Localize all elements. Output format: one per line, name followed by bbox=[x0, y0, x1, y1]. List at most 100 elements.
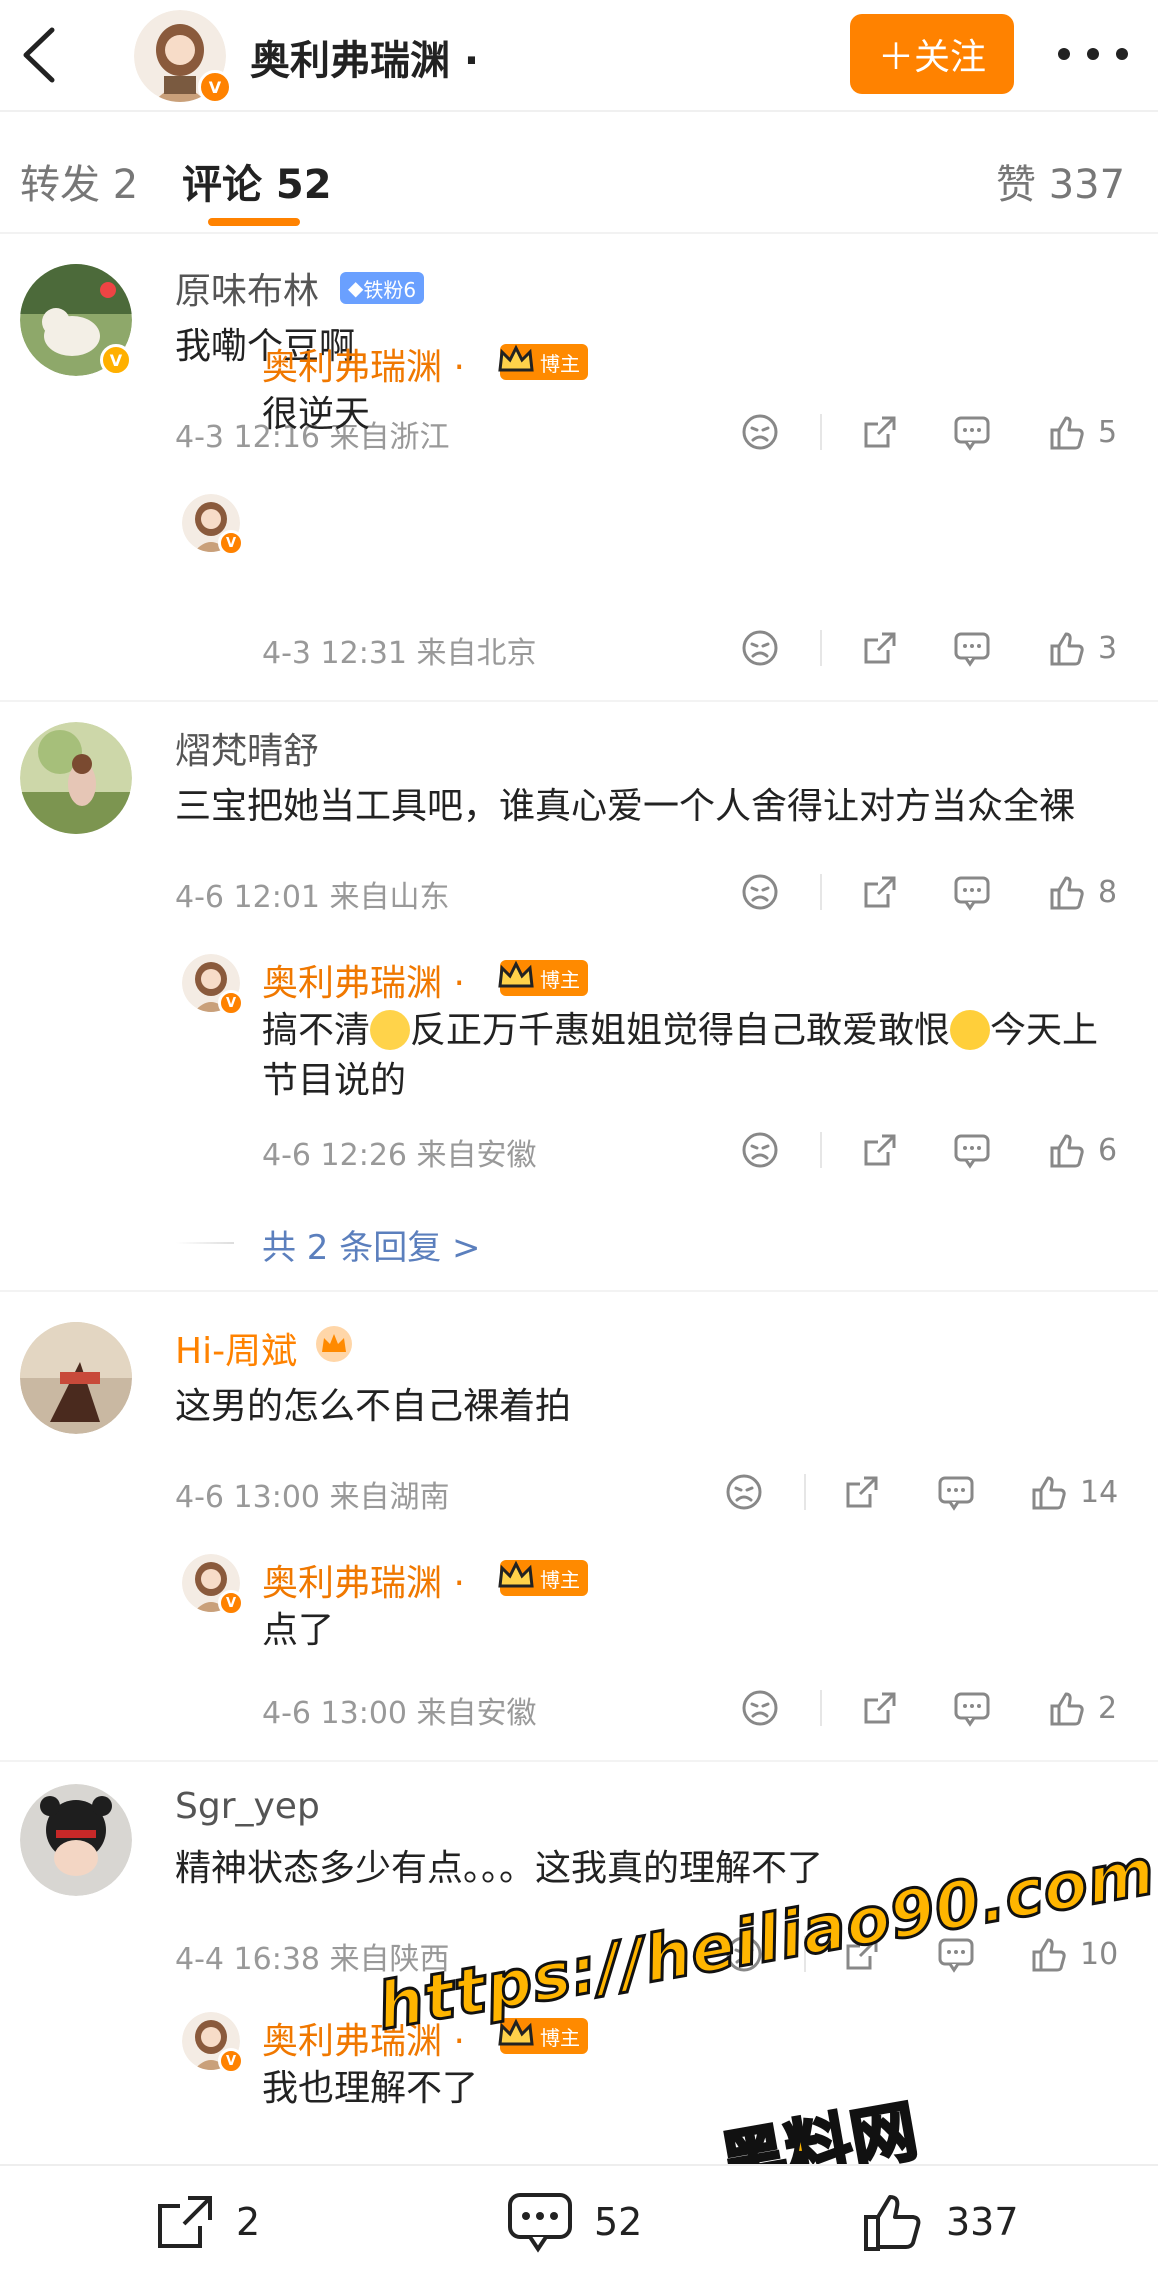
fan-badge: ◆ 铁粉6 bbox=[340, 272, 425, 304]
like-count: 6 bbox=[1098, 1132, 1118, 1168]
reply-button[interactable] bbox=[952, 870, 992, 914]
dislike-button[interactable] bbox=[740, 410, 780, 454]
comment-button[interactable]: 52 bbox=[506, 2192, 642, 2253]
action-divider bbox=[820, 874, 822, 910]
comment-meta: 4-6 12:01 来自山东 bbox=[175, 880, 450, 915]
blogger-badge-label: 博主 bbox=[540, 351, 580, 376]
reply-button[interactable] bbox=[952, 410, 992, 454]
avatar[interactable] bbox=[20, 722, 132, 838]
verified-icon: V bbox=[218, 530, 244, 556]
comment-item: Hi-周斌 这男的怎么不自己裸着拍 4-6 13:00 来自湖南 14 V 奥利… bbox=[0, 1300, 1158, 1760]
share-button[interactable] bbox=[842, 1470, 882, 1514]
like-icon bbox=[1046, 1130, 1086, 1170]
reply-username[interactable]: 奥利弗瑞渊 · bbox=[262, 1554, 465, 1606]
share-button[interactable] bbox=[860, 1686, 900, 1730]
like-count: 337 bbox=[946, 2200, 1019, 2244]
repost-button[interactable]: 2 bbox=[152, 2192, 260, 2252]
like-button[interactable]: 5 bbox=[1046, 410, 1117, 454]
more-icon[interactable] bbox=[1058, 32, 1128, 76]
reply-username[interactable]: 奥利弗瑞渊 · bbox=[262, 954, 465, 1006]
comment-icon bbox=[952, 1688, 992, 1728]
comment-text: 精神状态多少有点。。。这我真的理解不了 bbox=[175, 1848, 824, 1889]
dislike-button[interactable] bbox=[724, 1470, 764, 1514]
share-icon bbox=[860, 1130, 900, 1170]
like-count: 10 bbox=[1080, 1936, 1119, 1972]
fan-badge-label: 铁粉6 bbox=[363, 277, 417, 302]
reply-avatar[interactable]: V bbox=[182, 1554, 244, 1616]
verified-icon: V bbox=[218, 1590, 244, 1616]
comment-icon bbox=[936, 1472, 976, 1512]
reply-avatar[interactable]: V bbox=[182, 2012, 244, 2074]
like-button[interactable]: 6 bbox=[1046, 1128, 1117, 1172]
author-name[interactable]: 奥利弗瑞渊 · bbox=[250, 28, 479, 86]
reply-actions: 2 bbox=[740, 1686, 1140, 1730]
comment-item: 熠梵晴舒 三宝把她当工具吧，谁真心爱一个人舍得让对方当众全裸 4-6 12:01… bbox=[0, 700, 1158, 1284]
dislike-icon bbox=[740, 628, 780, 668]
verified-icon: V bbox=[218, 990, 244, 1016]
reply-button[interactable] bbox=[952, 1686, 992, 1730]
reply-avatar[interactable]: V bbox=[182, 494, 244, 556]
dislike-button[interactable] bbox=[740, 1686, 780, 1730]
avatar[interactable]: V bbox=[20, 264, 132, 380]
repost-count: 2 bbox=[236, 2200, 261, 2244]
back-button[interactable] bbox=[12, 22, 68, 88]
reply-text: 点了 bbox=[262, 1610, 335, 1651]
comment-username[interactable]: 熠梵晴舒 bbox=[175, 722, 319, 774]
tab-likes[interactable]: 赞 337 bbox=[996, 152, 1125, 210]
comment-username[interactable]: 原味布林 bbox=[175, 262, 319, 314]
reply-button[interactable] bbox=[952, 1128, 992, 1172]
active-tab-indicator bbox=[208, 218, 300, 226]
reply-text: 很逆天 bbox=[262, 394, 371, 435]
dislike-button[interactable] bbox=[740, 626, 780, 670]
share-button[interactable] bbox=[860, 870, 900, 914]
like-button[interactable]: 2 bbox=[1046, 1686, 1117, 1730]
share-button[interactable] bbox=[860, 1128, 900, 1172]
like-button[interactable]: 14 bbox=[1028, 1470, 1118, 1514]
reply-text-part: 搞不清 bbox=[262, 1010, 371, 1051]
avatar[interactable] bbox=[20, 1784, 132, 1900]
more-replies-line bbox=[176, 1242, 234, 1244]
share-icon bbox=[158, 2196, 212, 2248]
reply-button[interactable] bbox=[952, 626, 992, 670]
verified-icon: V bbox=[218, 2048, 244, 2074]
comment-divider bbox=[0, 1290, 1158, 1292]
dislike-button[interactable] bbox=[740, 870, 780, 914]
comment-icon bbox=[508, 2193, 572, 2253]
like-count: 3 bbox=[1098, 630, 1118, 666]
reply-text: 我也理解不了 bbox=[262, 2068, 479, 2109]
share-icon bbox=[860, 872, 900, 912]
comment-username[interactable]: Hi-周斌 bbox=[175, 1322, 297, 1374]
more-replies-link[interactable]: 共 2 条回复 > bbox=[262, 1220, 481, 1269]
crying-emoji-icon bbox=[370, 1010, 411, 1050]
reply-username[interactable]: 奥利弗瑞渊 · bbox=[262, 338, 465, 390]
blogger-badge-label: 博主 bbox=[540, 967, 580, 992]
like-button[interactable]: 8 bbox=[1046, 870, 1117, 914]
dislike-icon bbox=[740, 1688, 780, 1728]
comment-username[interactable]: Sgr_yep bbox=[175, 1786, 320, 1827]
action-divider bbox=[820, 414, 822, 450]
author-avatar[interactable]: V bbox=[134, 10, 232, 104]
reply-meta: 4-6 13:00 来自安徽 bbox=[262, 1696, 537, 1731]
share-icon bbox=[842, 1472, 882, 1512]
smirk-emoji-icon bbox=[950, 1010, 991, 1050]
share-button[interactable] bbox=[860, 410, 900, 454]
dislike-button[interactable] bbox=[740, 1128, 780, 1172]
tab-comments[interactable]: 评论 52 bbox=[182, 152, 332, 210]
tab-repost[interactable]: 转发 2 bbox=[20, 152, 138, 210]
verified-icon: V bbox=[100, 344, 132, 376]
comment-icon bbox=[952, 412, 992, 452]
verified-icon: V bbox=[198, 70, 232, 104]
reply-actions: 3 bbox=[740, 626, 1140, 670]
share-button[interactable] bbox=[860, 626, 900, 670]
crown-icon bbox=[498, 960, 534, 988]
avatar[interactable] bbox=[20, 1322, 132, 1438]
like-post-button[interactable]: 337 bbox=[860, 2192, 1019, 2252]
like-button[interactable]: 3 bbox=[1046, 626, 1117, 670]
like-count: 5 bbox=[1098, 414, 1118, 450]
comment-text: 三宝把她当工具吧，谁真心爱一个人舍得让对方当众全裸 bbox=[175, 786, 1076, 827]
like-button[interactable]: 10 bbox=[1028, 1932, 1118, 1976]
follow-button[interactable]: ＋关注 bbox=[850, 14, 1014, 94]
reply-avatar[interactable]: V bbox=[182, 954, 244, 1016]
reply-button[interactable] bbox=[936, 1470, 976, 1514]
comment-divider bbox=[0, 1760, 1158, 1762]
